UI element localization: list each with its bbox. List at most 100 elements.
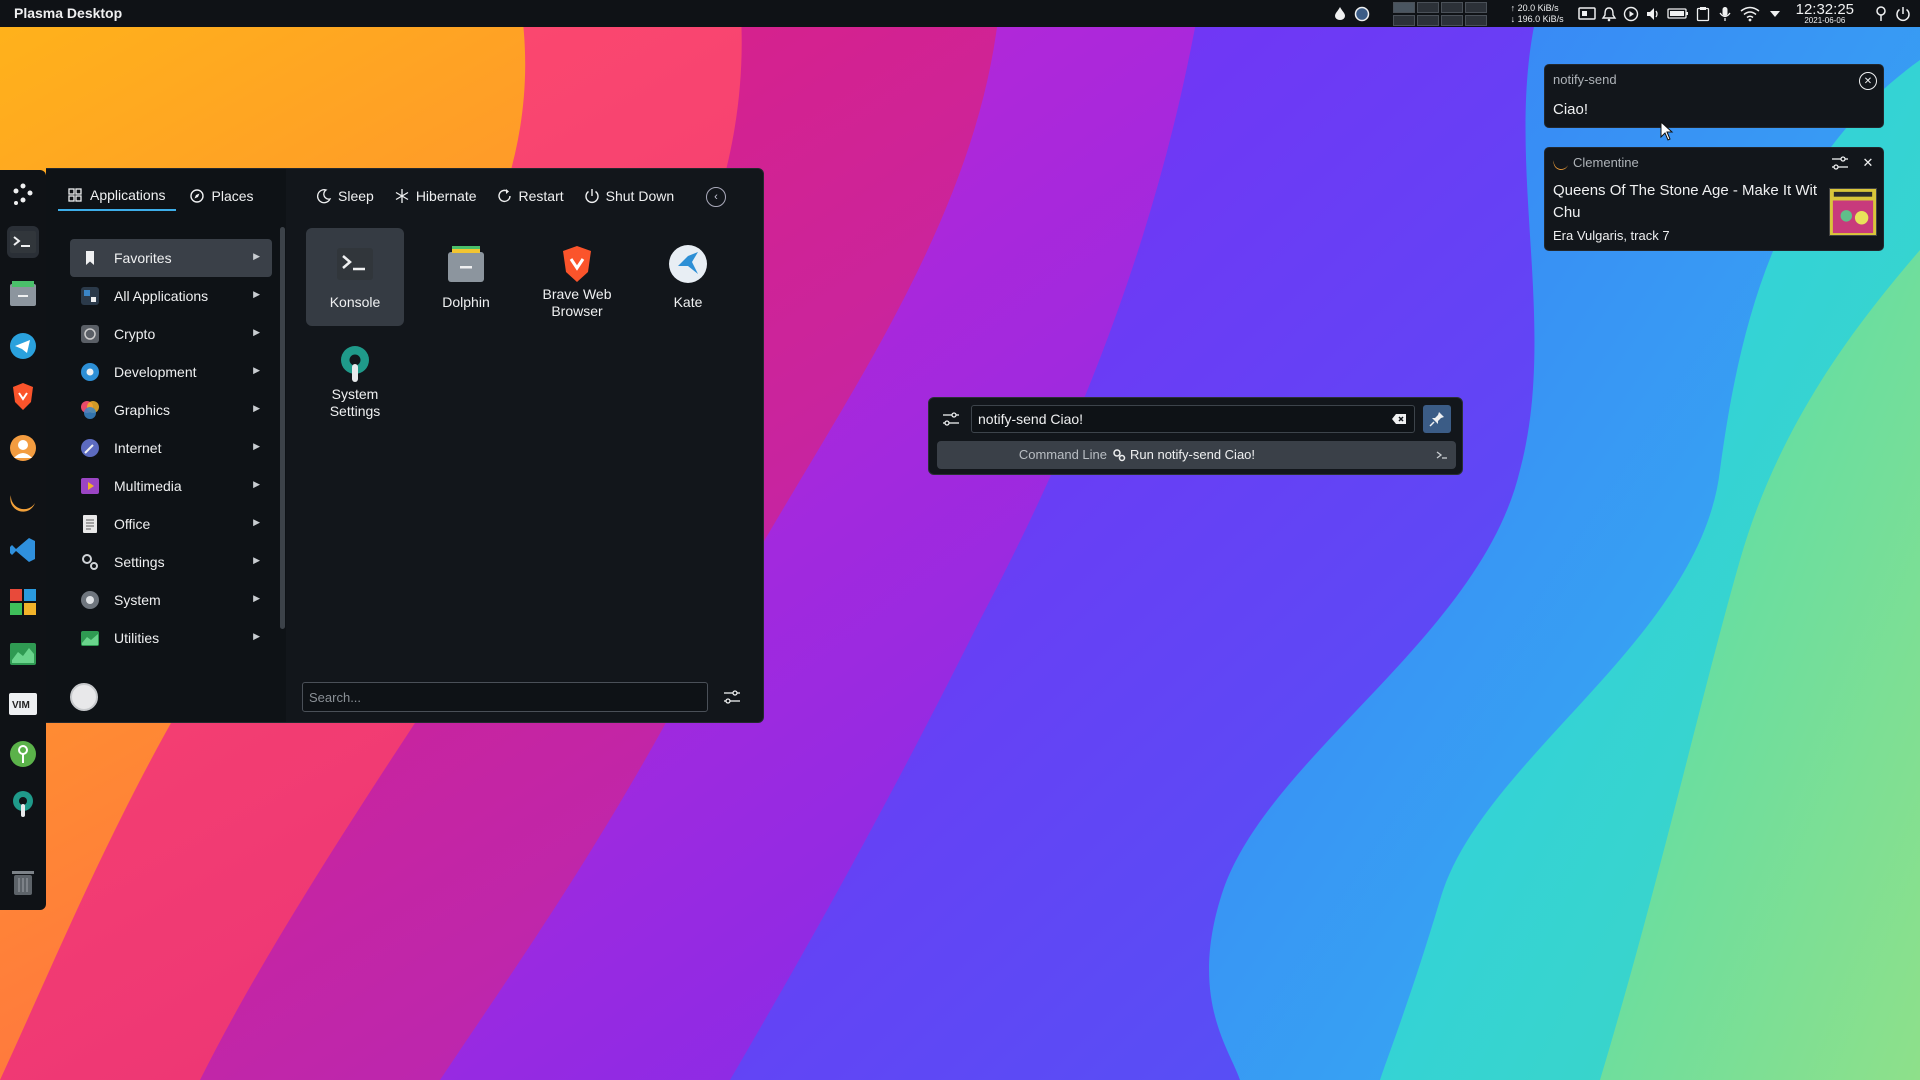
sleep-button[interactable]: Sleep (308, 181, 382, 211)
krunner-query-input[interactable] (971, 405, 1415, 433)
close-icon[interactable]: ✕ (1859, 154, 1877, 172)
system-settings-icon[interactable] (7, 788, 39, 820)
kate-icon (669, 245, 707, 283)
pager-desktop[interactable] (1440, 14, 1463, 26)
konsole-icon[interactable] (7, 226, 39, 258)
drop-icon[interactable] (1329, 0, 1351, 27)
discover-icon[interactable] (7, 586, 39, 618)
dolphin-icon[interactable] (7, 278, 39, 310)
category-all-applications[interactable]: All Applications ▶ (70, 277, 272, 315)
sliders-icon[interactable] (1831, 154, 1849, 172)
favorite-dolphin[interactable]: Dolphin (417, 228, 515, 326)
close-icon[interactable]: ✕ (1859, 72, 1877, 90)
play-icon[interactable] (1620, 0, 1642, 27)
chat-icon[interactable] (1576, 0, 1598, 27)
chevron-right-icon: ▶ (253, 479, 260, 489)
tab-applications[interactable]: Applications (58, 181, 176, 211)
krunner-pin-button[interactable] (1423, 405, 1451, 433)
clipboard-icon[interactable] (1692, 0, 1714, 27)
pager-desktop[interactable] (1464, 1, 1487, 13)
network-speed: ↑ 20.0 KiB/s ↓ 196.0 KiB/s (1510, 2, 1564, 24)
application-launcher: Applications Places Sleep Hibernate Rest… (46, 168, 764, 723)
digital-clock[interactable]: 12:32:25 2021-06-06 (1796, 2, 1854, 25)
krunner-configure-button[interactable] (939, 407, 963, 431)
krunner-result-row[interactable]: Command Line Run notify-send Ciao! (937, 441, 1456, 469)
favorite-label: Konsole (329, 294, 381, 310)
category-label: All Applications (114, 288, 209, 304)
category-internet[interactable]: Internet ▶ (70, 429, 272, 467)
pager-desktop[interactable] (1416, 1, 1439, 13)
krunner-dialog: Command Line Run notify-send Ciao! (928, 397, 1463, 475)
pin-icon (1429, 412, 1444, 427)
clementine-icon[interactable] (7, 483, 39, 515)
category-graphics[interactable]: Graphics ▶ (70, 391, 272, 429)
favorite-konsole[interactable]: Konsole (306, 228, 404, 326)
favorite-label: System Settings (329, 386, 381, 419)
brave-icon (563, 246, 591, 282)
category-utilities[interactable]: Utilities ▶ (70, 619, 272, 657)
favorite-brave[interactable]: Brave Web Browser (528, 228, 626, 326)
favorite-kate[interactable]: Kate (639, 228, 737, 326)
shutdown-button[interactable]: Shut Down (576, 181, 682, 211)
trash-icon[interactable] (7, 866, 39, 898)
terminal-action-icon[interactable] (1433, 446, 1451, 464)
bell-icon[interactable] (1598, 0, 1620, 27)
pager-desktop[interactable] (1464, 14, 1487, 26)
microphone-icon[interactable] (1714, 0, 1736, 27)
category-office[interactable]: Office ▶ (70, 505, 272, 543)
pager-desktop[interactable] (1392, 14, 1415, 26)
collapse-power-button[interactable]: ‹ (706, 187, 726, 207)
sidebar-scrollbar[interactable] (280, 227, 285, 629)
category-favorites[interactable]: Favorites ▶ (70, 239, 272, 277)
vscode-icon[interactable] (7, 534, 39, 566)
category-crypto[interactable]: Crypto ▶ (70, 315, 272, 353)
hibernate-button[interactable]: Hibernate (386, 181, 485, 211)
category-multimedia[interactable]: Multimedia ▶ (70, 467, 272, 505)
dolphin-icon (448, 246, 484, 282)
pager-desktop[interactable] (1392, 1, 1415, 13)
contacts-icon[interactable] (7, 432, 39, 464)
bookmark-icon (86, 251, 94, 265)
pager-desktop[interactable] (1440, 1, 1463, 13)
wifi-icon[interactable] (1736, 0, 1764, 27)
notification-body: Ciao! (1553, 101, 1589, 118)
vim-icon[interactable]: VIM (7, 688, 39, 720)
category-development[interactable]: Development ▶ (70, 353, 272, 391)
system-icon (81, 591, 99, 609)
result-text: Run notify-send Ciao! (1130, 447, 1256, 462)
task-manager-dock: VIM (0, 170, 46, 910)
category-label: Internet (114, 440, 162, 456)
favorite-system-settings[interactable]: System Settings (306, 338, 404, 436)
launcher-icon[interactable] (7, 178, 39, 210)
power-icon[interactable] (1892, 0, 1914, 27)
active-window-title: Plasma Desktop (14, 5, 123, 21)
volume-icon[interactable] (1642, 0, 1664, 27)
virtual-desktop-pager[interactable] (1392, 1, 1487, 26)
telegram-icon[interactable] (7, 330, 39, 362)
media-notification-popup[interactable]: Clementine ✕ Queens Of The Stone Age - M… (1544, 147, 1884, 251)
pager-desktop[interactable] (1416, 14, 1439, 26)
konsole-icon (337, 248, 373, 280)
battery-icon[interactable] (1664, 0, 1692, 27)
launcher-search-input[interactable] (302, 682, 708, 712)
compass-icon (189, 189, 204, 203)
chevron-right-icon: ▶ (253, 631, 260, 641)
system-monitor-icon[interactable] (7, 637, 39, 669)
circle-icon[interactable] (1351, 0, 1373, 27)
launcher-configure-button[interactable] (720, 685, 744, 709)
avatar[interactable] (70, 683, 98, 711)
pin-icon[interactable] (1870, 0, 1892, 27)
notification-popup[interactable]: notify-send ✕ Ciao! (1544, 64, 1884, 128)
sliders-icon (724, 690, 740, 704)
grid-icon (68, 188, 82, 202)
power-label: Shut Down (605, 188, 675, 204)
tab-places[interactable]: Places (180, 181, 264, 211)
brave-icon[interactable] (7, 381, 39, 413)
expand-icon[interactable] (1764, 0, 1786, 27)
category-settings[interactable]: Settings ▶ (70, 543, 272, 581)
category-system[interactable]: System ▶ (70, 581, 272, 619)
favorite-label: Brave Web Browser (542, 286, 612, 319)
clear-text-icon[interactable] (1391, 411, 1407, 427)
keepassxc-icon[interactable] (7, 738, 39, 770)
restart-button[interactable]: Restart (489, 181, 572, 211)
